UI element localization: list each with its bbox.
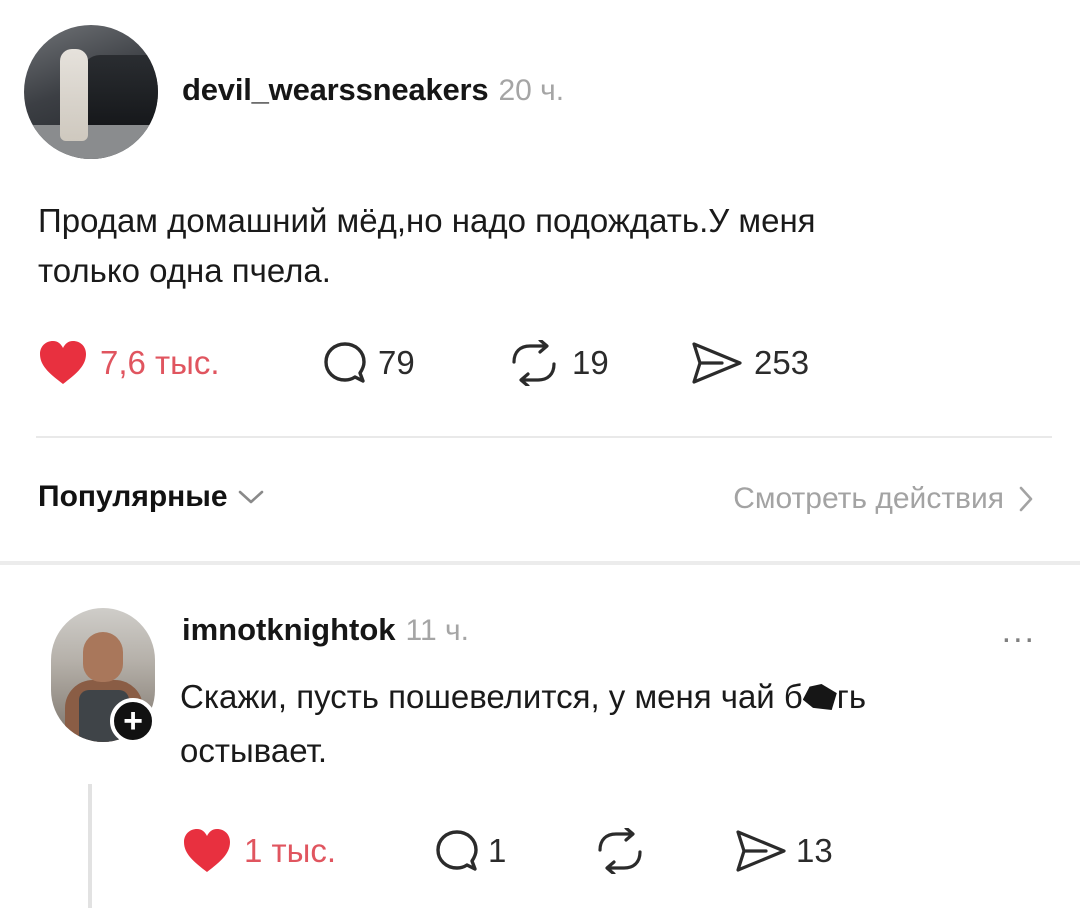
sort-dropdown[interactable]: Популярные — [38, 480, 266, 514]
thread-line — [88, 784, 92, 908]
comment-header: imnotknightok 11 ч. — [182, 612, 469, 648]
comment-username[interactable]: imnotknightok — [182, 612, 396, 648]
comment-text-line1: Скажи, пусть пошевелится, у меня чай б гь — [180, 670, 1020, 724]
post-share-count: 253 — [754, 344, 810, 381]
comment-like-count: 1 тыс. — [244, 832, 337, 869]
comment-reply-count: 1 — [488, 832, 507, 869]
repost-arrows-icon — [512, 340, 556, 386]
censor-blot — [802, 684, 837, 710]
chevron-down-icon — [238, 490, 263, 504]
post-text-line1: Продам домашний мёд,но надо подождать.У … — [38, 202, 816, 239]
section-divider — [0, 561, 1080, 565]
post-like-count: 7,6 тыс. — [100, 344, 220, 381]
comment-text-before: Скажи, пусть пошевелится, у меня чай б — [180, 678, 803, 715]
view-activity-label: Смотреть действия — [733, 482, 1004, 515]
post-repost-count: 19 — [572, 344, 609, 381]
heart-filled-icon — [40, 341, 86, 384]
post-like-button[interactable]: 7,6 тыс. — [38, 340, 220, 386]
comment-share-button[interactable]: 13 — [734, 828, 833, 874]
heart-filled-icon — [184, 829, 230, 872]
post-text: Продам домашний мёд,но надо подождать.У … — [38, 196, 1018, 296]
comment-text: Скажи, пусть пошевелится, у меня чай б гь… — [180, 670, 1020, 778]
comment-text-line2: остывает. — [180, 732, 328, 769]
post-share-button[interactable]: 253 — [690, 340, 809, 386]
speech-bubble-icon — [324, 342, 366, 383]
more-options-icon[interactable]: ... — [1002, 612, 1036, 651]
avatar-head-shape — [83, 632, 123, 682]
post-time: 20 ч. — [498, 74, 565, 107]
post-comment-count: 79 — [378, 344, 415, 381]
comment-text-after: гь — [836, 678, 867, 715]
comment-like-button[interactable]: 1 тыс. — [182, 828, 336, 874]
follow-plus-icon[interactable]: + — [110, 698, 156, 744]
post-comment-button[interactable]: 79 — [322, 340, 415, 386]
divider — [36, 436, 1052, 438]
post-repost-button[interactable]: 19 — [506, 340, 609, 386]
paper-plane-icon — [736, 830, 786, 872]
chevron-right-icon — [1019, 486, 1033, 512]
avatar-car-shape — [82, 55, 158, 125]
comment-reply-button[interactable]: 1 — [434, 828, 506, 874]
comment-share-count: 13 — [796, 832, 833, 869]
paper-plane-icon — [692, 342, 742, 384]
speech-bubble-icon — [436, 830, 478, 871]
comment-time: 11 ч. — [405, 614, 469, 647]
comment-repost-button[interactable] — [592, 828, 648, 874]
avatar-person-shape — [60, 49, 88, 141]
post-author-avatar[interactable] — [24, 25, 158, 159]
repost-arrows-icon — [598, 828, 642, 874]
post-username[interactable]: devil_wearssneakers — [182, 72, 489, 108]
post-text-line2: только одна пчела. — [38, 252, 331, 289]
avatar-ground-shape — [24, 125, 158, 159]
post-header: devil_wearssneakers 20 ч. — [182, 72, 564, 108]
sort-label: Популярные — [38, 480, 228, 513]
view-activity-link[interactable]: Смотреть действия — [733, 482, 1036, 516]
